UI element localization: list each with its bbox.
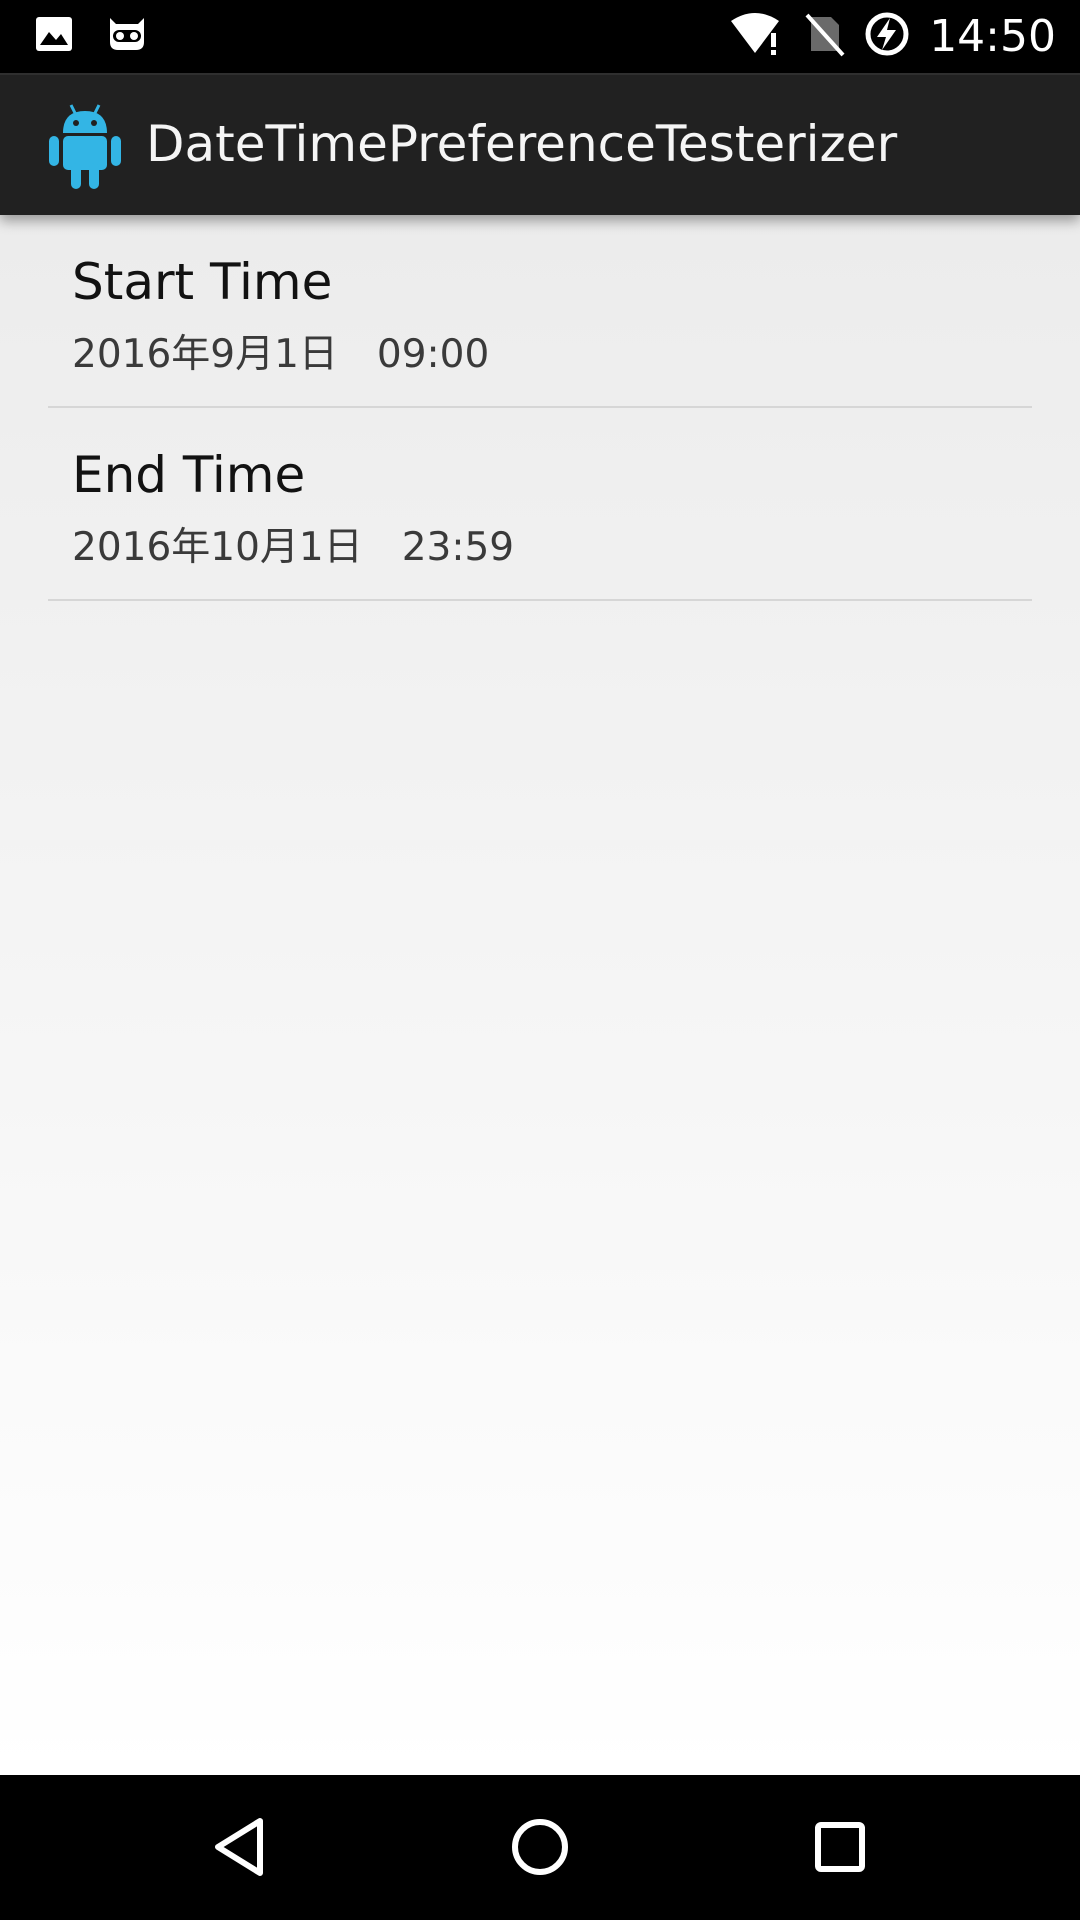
preference-screen: Start Time 2016年9月1日 09:00 End Time 2016… (0, 215, 1080, 1775)
recents-button[interactable] (800, 1811, 880, 1886)
home-icon (508, 1815, 572, 1883)
status-bar-clock: 14:50 (929, 10, 1056, 62)
cyanogenmod-notification-icon (104, 14, 150, 58)
home-button[interactable] (500, 1811, 580, 1886)
end-time-preference[interactable]: End Time 2016年10月1日 23:59 (48, 408, 1032, 601)
back-button[interactable] (200, 1811, 280, 1886)
android-robot-icon (47, 101, 123, 195)
no-sim-icon (803, 11, 845, 61)
status-bar-system: 14:50 (729, 10, 1056, 62)
preference-list: Start Time 2016年9月1日 09:00 End Time 2016… (48, 215, 1032, 601)
action-bar: DateTimePreferenceTesterizer (0, 73, 1080, 215)
status-bar: 14:50 (0, 0, 1080, 73)
image-notification-icon (34, 14, 74, 58)
preference-summary: 2016年9月1日 09:00 (72, 332, 490, 377)
preference-title: Start Time (72, 253, 333, 311)
wifi-alert-icon (729, 11, 785, 61)
back-icon (210, 1815, 270, 1883)
battery-charging-icon (863, 10, 911, 62)
preference-title: End Time (72, 446, 306, 504)
preference-summary: 2016年10月1日 23:59 (72, 525, 515, 570)
start-time-preference[interactable]: Start Time 2016年9月1日 09:00 (48, 215, 1032, 408)
recents-icon (810, 1817, 870, 1881)
navigation-bar (0, 1775, 1080, 1920)
app-title: DateTimePreferenceTesterizer (146, 115, 898, 173)
status-bar-notifications (34, 14, 150, 58)
